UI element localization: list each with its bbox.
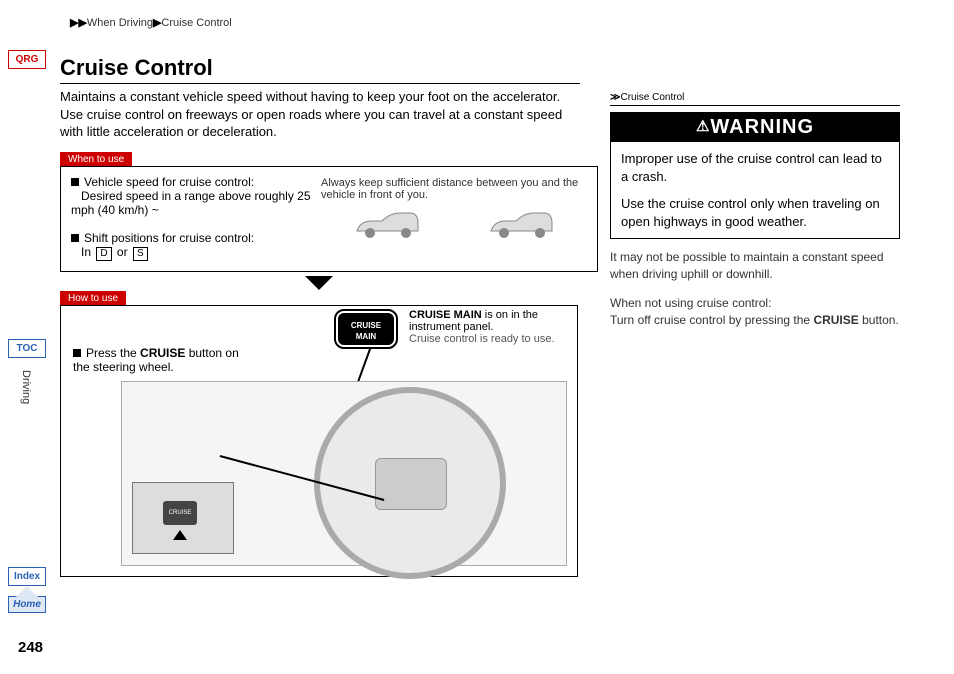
note2-prefix: Turn off cruise control by pressing the [610,313,813,327]
bullet-icon [71,178,79,186]
sidebar-qrg-button[interactable]: QRG [8,50,46,69]
wheel-hub-icon [375,458,447,510]
intro-paragraph: Maintains a constant vehicle speed witho… [60,88,580,141]
press-instruction: Press the CRUISE button on the steering … [73,346,258,374]
pill-line2: MAIN [356,332,376,341]
warning-title: ⚠WARNING [611,113,899,142]
car-icon [352,209,422,239]
right-column: ≫Cruise Control ⚠WARNING Improper use of… [610,92,900,340]
steering-wheel-icon [314,387,506,579]
note2: When not using cruise control: Turn off … [610,295,900,329]
warning-triangle-icon: ⚠ [696,118,710,135]
shift-item: Shift positions for cruise control: In D… [71,231,311,261]
sidebar-toc-button[interactable]: TOC [8,339,46,358]
arrow-up-icon [173,530,187,540]
warning-p1: Improper use of the cruise control can l… [621,150,889,185]
bullet-icon [71,234,79,242]
note2-line1: When not using cruise control: [610,296,771,310]
sidebar-chapter-label: Driving [20,370,32,404]
warning-body: Improper use of the cruise control can l… [611,142,899,238]
page-number: 248 [18,639,43,656]
flow-arrow [60,276,578,290]
breadcrumb: ▶▶When Driving▶Cruise Control [70,16,232,29]
sidebar-home-button[interactable]: Home [8,596,46,613]
press-bold: CRUISE [140,346,185,360]
note2-bold: CRUISE [813,313,858,327]
car-icon [486,209,556,239]
cars-illustration [321,209,587,249]
speed-detail: Desired speed in a range above roughly 2… [71,189,311,217]
speed-item: Vehicle speed for cruise control: Desire… [71,175,311,217]
when-to-use-box: Vehicle speed for cruise control: Desire… [60,166,598,272]
arrow-down-icon [305,276,333,290]
distance-note: Always keep sufficient distance between … [321,177,587,201]
cruise-main-indicator-icon: CRUISE MAIN [336,311,396,347]
right-header: ≫Cruise Control [610,92,900,106]
bullet-icon [73,349,81,357]
dashboard-illustration: CRUISE [121,381,567,566]
gear-d-icon: D [96,247,111,261]
chevron-right-icon: ▶▶ [70,17,87,29]
note2-suffix: button. [859,313,899,327]
double-chevron-icon: ≫ [610,92,620,103]
gear-s-icon: S [133,247,148,261]
shift-prefix: In [81,245,94,259]
gear-or: or [114,245,131,259]
cruise-main-caption: CRUISE MAIN is on in the instrument pane… [409,309,574,345]
how-to-use-tag: How to use [60,291,126,306]
warning-box: ⚠WARNING Improper use of the cruise cont… [610,112,900,239]
when-to-use-tag: When to use [60,152,132,167]
cruise-button-icon: CRUISE [163,501,197,525]
speed-label: Vehicle speed for cruise control: [84,175,254,189]
warning-p2: Use the cruise control only when traveli… [621,195,889,230]
right-header-text: Cruise Control [620,92,684,103]
pill-line1: CRUISE [351,321,381,330]
main-bold: CRUISE MAIN [409,309,482,321]
press-prefix: Press the [86,346,140,360]
breadcrumb-section: When Driving [87,17,153,29]
page-title: Cruise Control [60,55,580,84]
shift-label: Shift positions for cruise control: [84,231,254,245]
note1: It may not be possible to maintain a con… [610,249,900,283]
main-sub: Cruise control is ready to use. [409,333,555,345]
sidebar: QRG TOC Driving Index Home [8,50,48,613]
breadcrumb-topic: Cruise Control [161,17,231,29]
right-notes: It may not be possible to maintain a con… [610,249,900,328]
how-to-use-box: Press the CRUISE button on the steering … [60,305,578,577]
warning-title-text: WARNING [710,116,814,138]
sidebar-index-button[interactable]: Index [8,567,46,586]
button-inset-illustration: CRUISE [132,482,234,554]
